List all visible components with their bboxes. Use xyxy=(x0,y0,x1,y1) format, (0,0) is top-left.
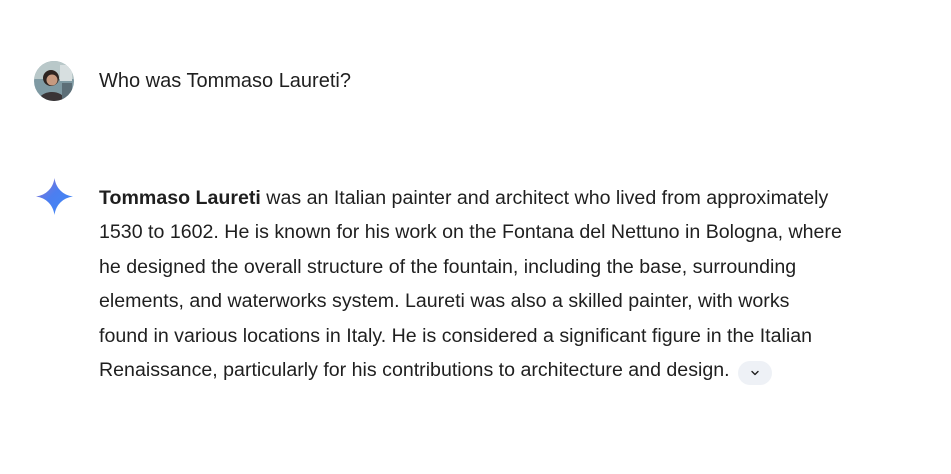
user-avatar-photo-icon xyxy=(34,61,74,101)
chevron-down-icon xyxy=(750,370,759,376)
gemini-sparkle-icon xyxy=(36,178,73,215)
user-prompt-text: Who was Tommaso Laureti? xyxy=(99,70,351,92)
response-line-4: elements, and waterworks system. Laureti… xyxy=(99,290,790,313)
response-lead-bold: Tommaso Laureti xyxy=(99,187,261,209)
response-line-2: 1530 to 1602. He is known for his work o… xyxy=(99,221,842,244)
user-avatar[interactable] xyxy=(34,61,74,101)
response-line-3: he designed the overall structure of the… xyxy=(99,255,797,278)
response-line-5: found in various locations in Italy. He … xyxy=(99,324,813,347)
expand-sources-button[interactable] xyxy=(737,361,772,386)
model-response: Tommaso Laureti was an Italian painter a… xyxy=(99,181,889,387)
response-line-6: Renaissance, particularly for his contri… xyxy=(99,353,889,387)
response-line-text: was an Italian painter and architect who… xyxy=(260,187,829,209)
response-line-1: Tommaso Laureti was an Italian painter a… xyxy=(99,181,889,215)
response-line-text: Renaissance, particularly for his contri… xyxy=(99,359,730,382)
